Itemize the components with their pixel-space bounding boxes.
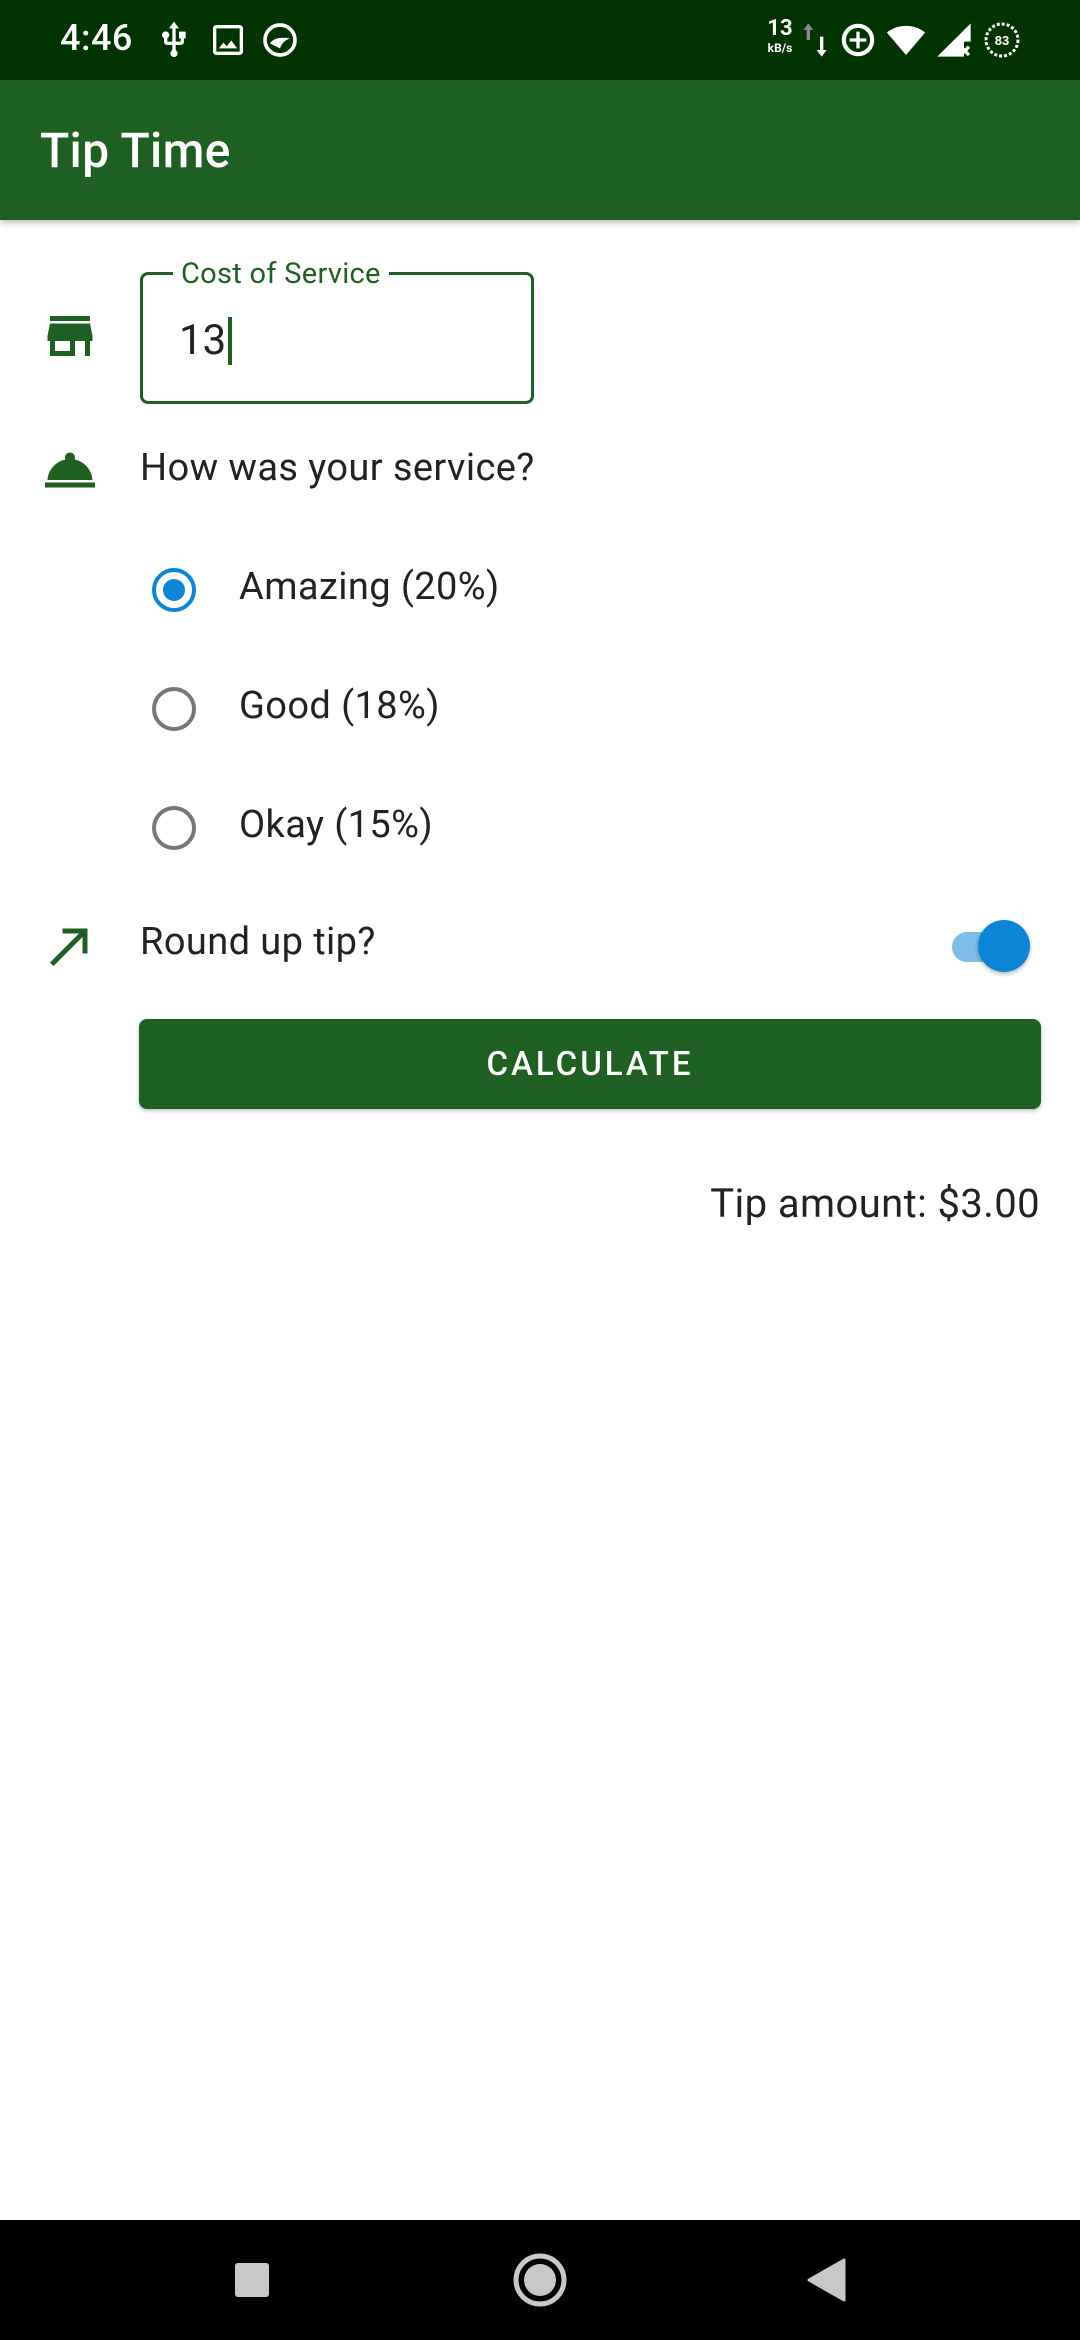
- sync-icon: [260, 20, 300, 60]
- radio-button-amazing[interactable]: [152, 568, 196, 612]
- status-bar: 4:46 13 kB/s 83: [0, 0, 1080, 80]
- net-speed-unit: kB/s: [767, 41, 793, 55]
- status-time: 4:46: [60, 17, 133, 59]
- image-icon: [208, 20, 248, 60]
- round-up-label: Round up tip?: [140, 920, 376, 964]
- data-saver-icon: [838, 20, 878, 60]
- radio-option-good[interactable]: Good (18%): [150, 679, 750, 739]
- usb-icon: [154, 20, 194, 60]
- tip-amount-result: Tip amount: $3.00: [710, 1180, 1040, 1227]
- service-question: How was your service?: [140, 446, 535, 490]
- signal-icon: [934, 20, 974, 60]
- calculate-button[interactable]: CALCULATE: [139, 1019, 1041, 1109]
- store-icon: [40, 306, 100, 366]
- navigation-bar: [0, 2220, 1080, 2340]
- app-title: Tip Time: [40, 122, 231, 179]
- radio-option-okay[interactable]: Okay (15%): [150, 798, 750, 858]
- radio-option-amazing[interactable]: Amazing (20%): [150, 560, 750, 620]
- radio-button-good[interactable]: [152, 687, 196, 731]
- cost-of-service-field[interactable]: Cost of Service 13: [140, 257, 534, 404]
- trending-up-icon: [40, 916, 100, 976]
- battery-icon: 83: [982, 20, 1022, 60]
- wifi-icon: [886, 20, 926, 60]
- radio-label-good: Good (18%): [239, 684, 440, 728]
- radio-label-okay: Okay (15%): [239, 803, 433, 847]
- cost-of-service-input[interactable]: 13: [179, 316, 233, 365]
- radio-button-okay[interactable]: [152, 806, 196, 850]
- text-cursor: [228, 317, 233, 365]
- net-speed: 13 kB/s: [760, 16, 800, 55]
- app-bar: Tip Time: [0, 80, 1080, 220]
- radio-label-amazing: Amazing (20%): [239, 565, 500, 609]
- battery-level: 83: [995, 33, 1009, 48]
- recents-square-icon[interactable]: [222, 2250, 282, 2310]
- cost-of-service-label: Cost of Service: [173, 257, 389, 291]
- cost-of-service-value: 13: [179, 316, 227, 365]
- back-triangle-icon[interactable]: [798, 2250, 858, 2310]
- data-transfer-icon: [800, 20, 830, 60]
- round-up-switch[interactable]: [950, 918, 1034, 974]
- switch-thumb: [978, 920, 1030, 972]
- room-service-bell-icon: [40, 440, 100, 500]
- home-circle-icon[interactable]: [510, 2250, 570, 2310]
- net-speed-value: 13: [767, 16, 793, 41]
